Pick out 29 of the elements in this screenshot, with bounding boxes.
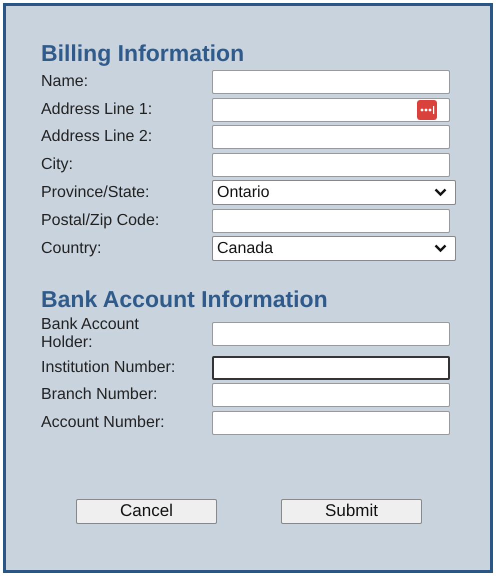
field-label: Address Line 1:	[41, 100, 154, 118]
input-field[interactable]	[212, 70, 450, 94]
input-field[interactable]	[212, 356, 450, 380]
field-label: Name:	[41, 73, 90, 91]
field-label: Bank Account Holder:	[41, 316, 140, 352]
field-label: Country:	[41, 240, 102, 258]
input-field[interactable]	[212, 98, 450, 122]
input-field[interactable]	[212, 208, 450, 232]
section-heading: Billing Information	[41, 39, 246, 67]
input-field[interactable]	[212, 125, 450, 149]
field-label: Address Line 2:	[41, 128, 154, 146]
input-field[interactable]	[212, 322, 450, 346]
dropdown[interactable]: Canada	[212, 236, 456, 261]
password-manager-icon[interactable]	[417, 100, 437, 120]
field-label: Postal/Zip Code:	[41, 212, 160, 230]
field-label: City:	[41, 156, 74, 174]
field-label: Account Number:	[41, 414, 166, 432]
field-label: Branch Number:	[41, 386, 158, 404]
field-label: Province/State:	[41, 184, 150, 202]
chevron-down-icon	[434, 244, 447, 253]
input-field[interactable]	[212, 383, 450, 407]
form-button[interactable]: Submit	[281, 498, 422, 524]
section-heading: Bank Account Information	[41, 285, 329, 313]
field-label: Institution Number:	[41, 358, 176, 376]
input-field[interactable]	[212, 410, 450, 434]
form-button[interactable]: Cancel	[76, 498, 217, 524]
input-field[interactable]	[212, 152, 450, 176]
dropdown[interactable]: Ontario	[212, 180, 456, 205]
chevron-down-icon	[434, 188, 447, 197]
